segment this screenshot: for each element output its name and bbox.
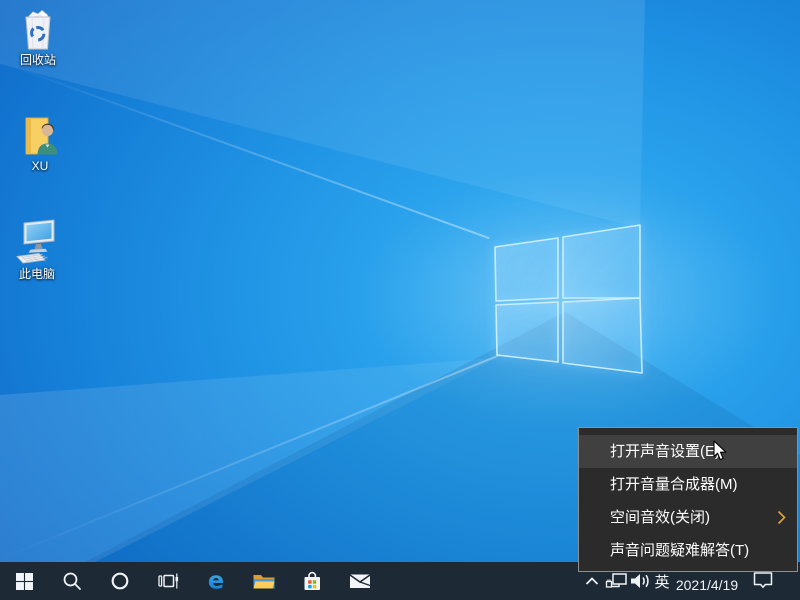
recycle-bin-icon [21,7,55,51]
cortana-button[interactable] [96,562,144,600]
desktop-icon-this-pc[interactable]: 此电脑 [5,217,69,281]
task-view-button[interactable] [144,562,192,600]
menu-item-label: 打开声音设置(E) [610,443,720,460]
desktop-icon-user-folder[interactable]: XU [8,113,72,173]
cortana-circle-icon [110,571,130,591]
this-pc-icon [15,217,59,265]
submenu-chevron-right-icon [777,510,786,525]
tray-volume-icon[interactable] [629,573,651,589]
desktop-icon-label: XU [32,160,49,173]
edge-browser-icon: e [205,569,227,593]
edge-button[interactable]: e [192,562,240,600]
menu-item-label: 声音问题疑难解答(T) [610,542,749,559]
search-icon [62,571,82,591]
desktop-icon-recycle-bin[interactable]: 回收站 [6,7,70,67]
menu-item-troubleshoot-sound[interactable]: 声音问题疑难解答(T) [579,534,797,567]
mail-envelope-icon [348,571,372,591]
tray-network-ethernet-icon[interactable] [605,573,629,590]
tray-date-label: 2021/4/19 [676,577,738,593]
menu-item-spatial-sound[interactable]: 空间音效(关闭) [579,501,797,534]
windows-desktop-screen: 回收站 XU [0,0,800,600]
volume-context-menu: 打开声音设置(E) 打开音量合成器(M) 空间音效(关闭) 声音问题疑难解答(T… [578,427,798,572]
start-button[interactable] [0,562,48,600]
ime-language-label: 英 [654,571,669,592]
taskbar-buttons: e [0,562,384,600]
menu-item-label: 打开音量合成器(M) [610,476,738,493]
search-button[interactable] [48,562,96,600]
desktop-icon-label: 此电脑 [19,268,55,281]
menu-item-open-volume-mixer[interactable]: 打开音量合成器(M) [579,468,797,501]
svg-text:e: e [208,569,224,593]
menu-item-label: 空间音效(关闭) [610,509,710,526]
user-folder-icon [20,113,60,157]
tray-chevron-up-icon[interactable] [585,576,599,586]
microsoft-store-icon [300,569,324,593]
desktop-icon-label: 回收站 [20,54,56,67]
task-view-icon [158,571,179,591]
start-windows-icon [16,573,33,590]
menu-item-open-sound-settings[interactable]: 打开声音设置(E) [579,435,797,468]
tray-action-center-icon[interactable] [752,571,774,589]
file-explorer-folder-icon [252,571,276,591]
store-button[interactable] [288,562,336,600]
mail-button[interactable] [336,562,384,600]
file-explorer-button[interactable] [240,562,288,600]
